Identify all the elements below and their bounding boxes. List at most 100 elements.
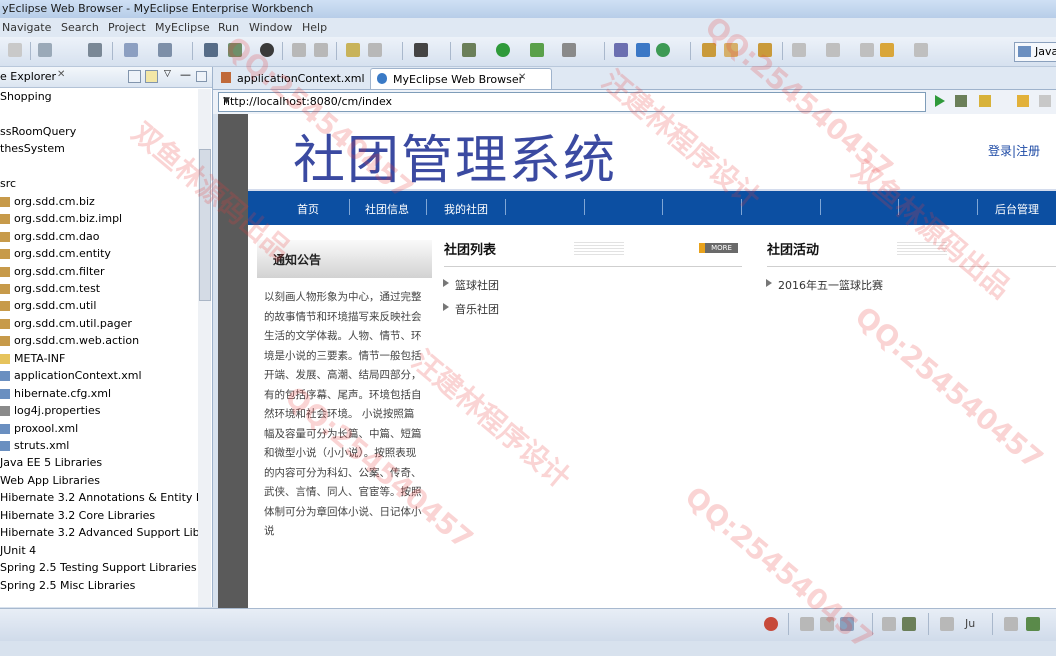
fast-view-icon[interactable] xyxy=(1004,617,1018,631)
menu-project[interactable]: Project xyxy=(108,21,146,34)
nav-home[interactable]: 首页 xyxy=(297,201,319,217)
login-link[interactable]: 登录 xyxy=(988,144,1012,158)
explorer-title[interactable]: e Explorer xyxy=(0,70,56,83)
menu-window[interactable]: Window xyxy=(249,21,292,34)
tree-item-label: ssRoomQuery xyxy=(0,124,77,138)
menu-navigate[interactable]: Navigate xyxy=(2,21,51,34)
forward-icon[interactable] xyxy=(1039,95,1051,107)
debug-icon[interactable] xyxy=(462,43,476,57)
explorer-header: e Explorer ✕ ▽ — xyxy=(0,67,212,88)
tree-item-label: Spring 2.5 Misc Libraries xyxy=(0,578,136,592)
go-icon[interactable] xyxy=(935,95,945,107)
refresh-icon[interactable] xyxy=(979,95,991,107)
toolbar-separator xyxy=(450,42,451,60)
external-tools-icon[interactable] xyxy=(562,43,576,57)
back-icon[interactable] xyxy=(880,43,894,57)
toolbar-separator xyxy=(690,42,691,60)
server-status-icon[interactable] xyxy=(764,617,778,631)
maximize-icon[interactable] xyxy=(196,71,207,82)
problems-view-icon[interactable] xyxy=(1026,617,1040,631)
toolbar-separator xyxy=(282,42,283,60)
menu-myeclipse[interactable]: MyEclipse xyxy=(155,21,210,34)
minimize-icon[interactable]: — xyxy=(180,68,191,81)
report-icon[interactable] xyxy=(346,43,360,57)
nav-admin[interactable]: 后台管理 xyxy=(995,201,1039,217)
back-icon[interactable] xyxy=(1017,95,1029,107)
print-icon[interactable] xyxy=(8,43,22,57)
status-separator xyxy=(788,613,789,635)
tab-application-context[interactable]: applicationContext.xml xyxy=(215,68,365,88)
nav-my-clubs[interactable]: 我的社团 xyxy=(444,201,488,217)
activity-heading: 社团活动 xyxy=(767,243,820,258)
nav-separator xyxy=(898,199,899,215)
fast-view-icon[interactable] xyxy=(882,617,896,631)
tree-item-label: org.sdd.cm.biz xyxy=(14,194,95,208)
bullet-icon xyxy=(766,279,772,287)
last-edit-icon[interactable] xyxy=(860,43,874,57)
url-input[interactable]: http://localhost:8080/cm/index ▼ xyxy=(218,92,926,112)
explorer-scrollbar[interactable] xyxy=(198,89,211,607)
site-title: 社团管理系统 xyxy=(293,131,618,191)
nav-separator xyxy=(505,199,506,215)
next-annotation-icon[interactable] xyxy=(792,43,806,57)
bullet-icon xyxy=(443,303,449,311)
nav-separator xyxy=(977,199,978,215)
more-button[interactable]: MORE xyxy=(699,243,738,253)
chevron-down-icon[interactable]: ▼ xyxy=(223,96,922,106)
tree-view-icon[interactable] xyxy=(902,617,916,631)
close-icon[interactable]: ✕ xyxy=(518,72,526,83)
run-icon[interactable] xyxy=(496,43,510,57)
publish-icon[interactable] xyxy=(228,43,242,57)
tree-item-label: Hibernate 3.2 Core Libraries xyxy=(0,508,156,522)
collapse-all-icon[interactable] xyxy=(128,70,141,83)
menu-run[interactable]: Run xyxy=(218,21,239,34)
console-view-icon[interactable] xyxy=(820,617,834,631)
back-nav-icon[interactable] xyxy=(292,43,306,57)
package-icon xyxy=(0,231,10,242)
new-wizard-icon[interactable] xyxy=(124,43,138,57)
notice-text: 以刻画人物形象为中心，通过完整的故事情节和环境描写来反映社会生活的文学体裁。人物… xyxy=(264,291,422,537)
search-folder-icon[interactable] xyxy=(758,43,772,57)
new-package-icon[interactable] xyxy=(656,43,670,57)
new-project-icon[interactable] xyxy=(614,43,628,57)
tree-item-label: JUnit 4 xyxy=(0,543,37,557)
image-editor-icon[interactable] xyxy=(368,43,382,57)
run-external-icon[interactable] xyxy=(530,43,544,57)
main-toolbar xyxy=(0,37,1056,67)
server-run-icon[interactable] xyxy=(260,43,274,57)
java-perspective-button[interactable]: Java xyxy=(1014,42,1056,62)
server-icon[interactable] xyxy=(88,43,102,57)
tree-item-label: Shopping xyxy=(0,90,52,103)
auth-links: 登录|注册 xyxy=(988,142,1040,159)
close-icon[interactable]: ✕ xyxy=(57,69,65,80)
new-class-icon[interactable] xyxy=(636,43,650,57)
properties-file-icon xyxy=(0,406,10,417)
status-separator xyxy=(872,613,873,635)
link-editor-icon[interactable] xyxy=(145,70,158,83)
open-type-icon[interactable] xyxy=(158,43,172,57)
open-folder-icon[interactable] xyxy=(702,43,716,57)
menu-help[interactable]: Help xyxy=(302,21,327,34)
tree-item-label: applicationContext.xml xyxy=(14,369,142,383)
console-icon[interactable] xyxy=(414,43,428,57)
tab-web-browser[interactable]: MyEclipse Web Browser ✕ xyxy=(370,68,552,89)
mail-view-icon[interactable] xyxy=(840,617,854,631)
fast-view-icon[interactable] xyxy=(940,617,954,631)
save-all-icon[interactable] xyxy=(38,43,52,57)
junit-view-label[interactable]: Ju xyxy=(965,617,975,630)
fast-view-icon[interactable] xyxy=(800,617,814,631)
section-divider xyxy=(444,266,742,267)
edit-icon[interactable] xyxy=(724,43,738,57)
forward-icon[interactable] xyxy=(914,43,928,57)
view-menu-icon[interactable]: ▽ xyxy=(164,69,175,80)
scrollbar-thumb[interactable] xyxy=(199,149,211,301)
menu-search[interactable]: Search xyxy=(61,21,99,34)
prev-annotation-icon[interactable] xyxy=(826,43,840,57)
debug-icon[interactable] xyxy=(955,95,967,107)
register-link[interactable]: 注册 xyxy=(1016,144,1040,158)
forward-nav-icon[interactable] xyxy=(314,43,328,57)
deploy-icon[interactable] xyxy=(204,43,218,57)
window-title-bar: yEclipse Web Browser - MyEclipse Enterpr… xyxy=(0,0,1056,18)
nav-club-info[interactable]: 社团信息 xyxy=(365,201,409,217)
tree-item-label: org.sdd.cm.biz.impl xyxy=(14,212,123,226)
